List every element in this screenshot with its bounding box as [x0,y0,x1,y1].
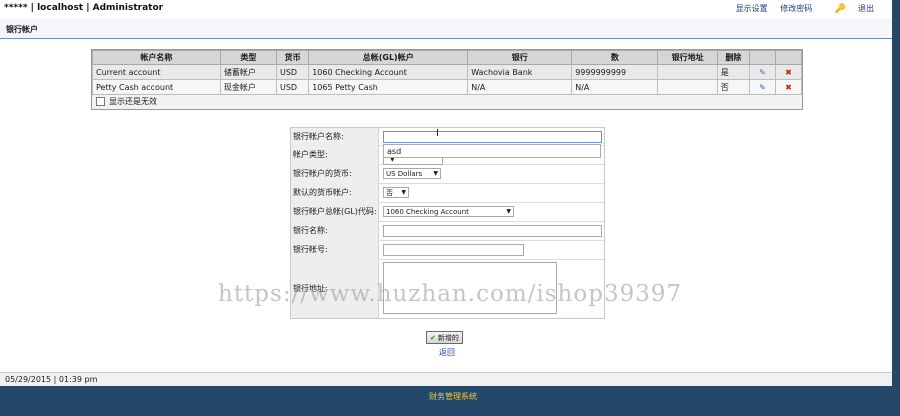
delete-icon[interactable]: ✖ [774,79,803,95]
col-header-gl[interactable]: 总帐(GL)帐户 [308,50,469,65]
add-button[interactable]: ✔ 新增的 [426,331,463,344]
cell-inactive: 是 [716,64,750,80]
cell-number: 9999999999 [571,64,659,80]
label-currency: 银行帐户的货币: [291,164,379,183]
label-gl-code: 银行帐户总帐(GL)代码: [291,202,379,221]
label-bank-number: 银行帐号: [291,240,379,259]
cell-type: 现金帐户 [219,79,277,95]
currency-select-value: US Dollars [386,169,423,178]
header-links: 显示设置 修改密码 🔑 退出 [726,3,874,14]
default-currency-select[interactable]: 否 ▼ [383,187,409,198]
chevron-down-icon: ▼ [401,189,406,196]
accounts-table-container: 帐户名称 类型 货币 总帐(GL)帐户 银行 数 银行地址 删除 Current… [91,49,803,110]
cell-inactive: 否 [716,79,750,95]
top-bar: ***** | localhost | Administrator 显示设置 修… [0,0,892,16]
cell-currency: USD [275,64,310,80]
col-header-currency[interactable]: 货币 [275,50,310,65]
label-bank-name: 银行名称: [291,221,379,240]
right-border [892,0,900,386]
accounts-table: 帐户名称 类型 货币 总帐(GL)帐户 银行 数 银行地址 删除 Current… [92,50,803,95]
cell-bank: Wachovia Bank [467,64,573,80]
col-header-bank[interactable]: 银行 [467,50,573,65]
autocomplete-suggestion[interactable]: asd [383,144,601,158]
footer-text: 财务管理系统 [429,392,477,401]
checkmark-icon: ✔ [430,333,436,342]
default-currency-value: 否 [386,188,393,197]
show-inactive-label: 显示还是无效 [109,97,157,106]
col-header-number[interactable]: 数 [571,50,659,65]
label-default-currency: 默认的货币帐户: [291,183,379,202]
edit-icon[interactable]: ✎ [748,79,776,95]
cell-gl: 1060 Checking Account [308,64,469,80]
page-title: 银行帐户 [6,25,38,34]
col-header-name[interactable]: 帐户名称 [92,50,221,65]
show-inactive-checkbox[interactable] [96,97,105,106]
chevron-down-icon: ▼ [506,208,511,215]
status-bar: 05/29/2015 | 01:39 pm [0,372,892,386]
cell-address [657,79,718,95]
cell-type: 储蓄帐户 [219,64,277,80]
text-cursor-icon: I [436,128,439,139]
row-gl-code: 银行帐户总帐(GL)代码: 1060 Checking Account ▼ [291,202,604,222]
cell-bank: N/A [467,79,573,95]
change-password-link[interactable]: 修改密码 [780,4,812,13]
title-bar: 银行帐户 [0,18,892,39]
table-row: Current account 储蓄帐户 USD 1060 Checking A… [92,64,803,80]
gl-code-value: 1060 Checking Account [386,207,469,216]
col-header-type[interactable]: 类型 [219,50,277,65]
row-default-currency: 默认的货币帐户: 否 ▼ [291,183,604,203]
value-gl-code: 1060 Checking Account ▼ [383,202,514,221]
cell-gl: 1065 Petty Cash [308,79,469,95]
cell-name: Petty Cash account [92,79,221,95]
table-row: Petty Cash account 现金帐户 USD 1065 Petty C… [92,79,803,95]
row-currency: 银行帐户的货币: US Dollars ▼ [291,164,604,184]
row-bank-number: 银行帐号: [291,240,604,260]
back-link[interactable]: 返回 [439,347,455,358]
logout-label: 退出 [858,4,874,13]
col-header-remove [774,50,803,65]
logout-link[interactable]: 🔑 退出 [825,4,874,14]
bank-number-input[interactable] [383,243,524,256]
col-header-delete[interactable]: 删除 [716,50,750,65]
cell-address [657,64,718,80]
label-account-type: 帐户类型: [291,145,379,164]
watermark-text: https://www.huzhan.com/ishop39397 [218,281,683,307]
col-header-address[interactable]: 银行地址 [657,50,718,65]
cell-name: Current account [92,64,221,80]
value-currency: US Dollars ▼ [383,164,441,183]
key-icon: 🔑 [834,4,846,14]
value-account-name [383,128,602,145]
footer: 财务管理系统 [0,386,900,416]
currency-select[interactable]: US Dollars ▼ [383,168,441,179]
bank-name-input[interactable] [383,224,602,237]
chevron-down-icon: ▼ [433,170,438,177]
gl-code-select[interactable]: 1060 Checking Account ▼ [383,206,514,217]
label-account-name: 银行帐户名称: [291,128,379,145]
cell-currency: USD [275,79,310,95]
value-default-currency: 否 ▼ [383,183,409,202]
add-button-label: 新增的 [437,333,459,342]
col-header-edit [748,50,776,65]
delete-icon[interactable]: ✖ [774,64,803,80]
edit-icon[interactable]: ✎ [748,64,776,80]
status-datetime: 05/29/2015 | 01:39 pm [5,375,98,384]
account-name-input[interactable] [383,130,602,143]
page: ***** | localhost | Administrator 显示设置 修… [0,0,892,386]
value-bank-name [383,221,602,240]
cell-number: N/A [571,79,659,95]
value-bank-number [383,240,524,259]
row-bank-name: 银行名称: [291,221,604,241]
display-settings-link[interactable]: 显示设置 [736,4,768,13]
show-inactive-row: 显示还是无效 [92,95,802,109]
brand-text: ***** | localhost | Administrator [4,3,164,13]
